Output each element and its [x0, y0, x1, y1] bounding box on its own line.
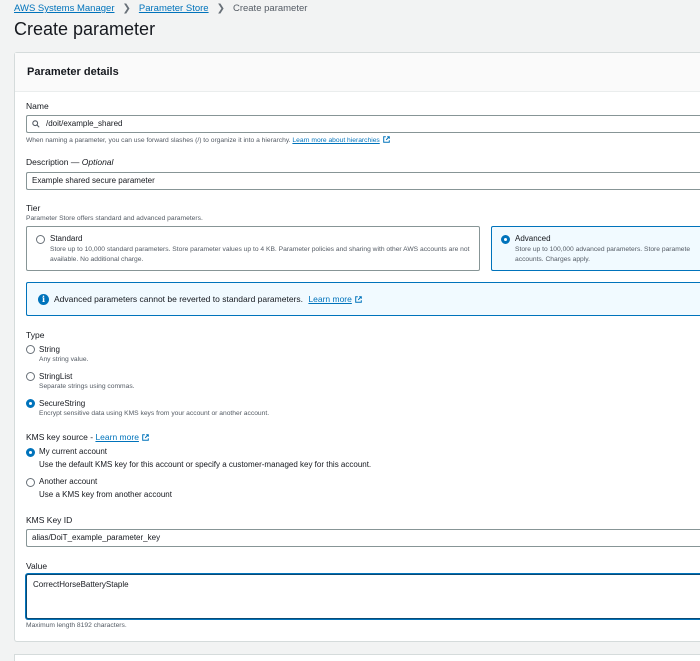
name-label: Name [26, 101, 49, 111]
type-string-radio[interactable] [26, 345, 35, 354]
info-alert: i Advanced parameters cannot be reverted… [26, 282, 700, 316]
value-textarea-content: CorrectHorseBatteryStaple [33, 580, 129, 589]
tier-advanced-title: Advanced [515, 234, 551, 243]
name-hint-text: When naming a parameter, you can use for… [26, 137, 291, 144]
external-link-icon [355, 296, 362, 303]
alert-message: Advanced parameters cannot be reverted t… [54, 294, 304, 304]
external-link-icon [142, 434, 149, 441]
type-string-desc: Any string value. [39, 356, 89, 363]
kms-source-label: KMS key source - Learn more [26, 432, 149, 442]
panel-title: Parameter details [27, 66, 119, 78]
tier-standard-tile[interactable]: Standard Store up to 10,000 standard par… [26, 226, 480, 271]
chevron-right-icon: ❯ [122, 3, 131, 14]
alert-learn-more-label: Learn more [308, 294, 352, 304]
kms-another-account-desc: Use a KMS key from another account [39, 490, 172, 499]
type-securestring-title: SecureString [39, 399, 86, 408]
optional-tag: Optional [81, 157, 114, 167]
type-string-title: String [39, 345, 60, 354]
type-securestring-desc: Encrypt sensitive data using KMS keys fr… [39, 410, 270, 417]
description-input-value: Example shared secure parameter [32, 176, 155, 185]
hierarchies-link-label: Learn more about hierarchies [292, 137, 380, 144]
tier-standard-radio[interactable] [36, 235, 45, 244]
chevron-right-icon: ❯ [216, 3, 225, 14]
search-icon [32, 120, 40, 128]
kms-key-id-value: alias/DoiT_example_parameter_key [32, 533, 161, 542]
kms-key-id-label: KMS Key ID [26, 515, 73, 525]
kms-learn-more-label: Learn more [95, 432, 139, 442]
description-input[interactable]: Example shared secure parameter [26, 172, 700, 190]
kms-current-account-title: My current account [39, 447, 108, 456]
tier-advanced-desc-line2: accounts. Charges apply. [515, 256, 590, 263]
type-securestring-radio[interactable] [26, 399, 35, 408]
tier-advanced-desc-line1: Store up to 100,000 advanced parameters.… [515, 246, 691, 253]
page-title: Create parameter [14, 19, 156, 39]
hierarchies-link[interactable]: Learn more about hierarchies [292, 136, 390, 144]
kms-key-id-input[interactable]: alias/DoiT_example_parameter_key [26, 529, 700, 547]
external-link-icon [382, 136, 390, 143]
kms-learn-more-link[interactable]: Learn more [95, 432, 149, 442]
type-stringlist-desc: Separate strings using commas. [39, 383, 135, 390]
alert-learn-more-link[interactable]: Learn more [308, 294, 362, 304]
type-stringlist-radio[interactable] [26, 372, 35, 381]
name-input[interactable]: /doit/example_shared [26, 115, 700, 133]
info-icon: i [38, 294, 49, 305]
name-hint: When naming a parameter, you can use for… [26, 136, 390, 144]
description-label-text: Description — [26, 157, 80, 167]
kms-current-account-radio[interactable] [26, 448, 35, 457]
tier-advanced-tile[interactable]: Advanced Store up to 100,000 advanced pa… [491, 226, 700, 271]
type-label: Type [26, 330, 45, 340]
kms-current-account-desc: Use the default KMS key for this account… [39, 460, 372, 469]
tier-hint: Parameter Store offers standard and adva… [26, 215, 203, 222]
kms-source-label-text: KMS key source - [26, 432, 94, 442]
tier-standard-title: Standard [50, 234, 83, 243]
tier-label: Tier [26, 203, 41, 213]
tier-advanced-radio[interactable] [501, 235, 510, 244]
breadcrumb-current: Create parameter [232, 3, 308, 14]
kms-another-account-title: Another account [39, 477, 98, 486]
panel-header: Parameter details [15, 53, 700, 92]
kms-another-account-radio[interactable] [26, 478, 35, 487]
next-panel-edge [14, 654, 700, 661]
description-label: Description — Optional [26, 157, 113, 167]
value-textarea[interactable]: CorrectHorseBatteryStaple [26, 574, 700, 619]
breadcrumb-systems-manager[interactable]: AWS Systems Manager [14, 3, 114, 14]
name-input-value: /doit/example_shared [46, 119, 123, 128]
value-hint: Maximum length 8192 characters. [26, 622, 127, 629]
value-label: Value [26, 561, 48, 571]
tier-standard-desc: Store up to 10,000 standard parameters. … [50, 246, 470, 263]
breadcrumb-parameter-store[interactable]: Parameter Store [139, 3, 209, 14]
alert-text: Advanced parameters cannot be reverted t… [54, 294, 362, 304]
type-stringlist-title: StringList [39, 372, 73, 381]
breadcrumb: AWS Systems Manager ❯ Parameter Store ❯ … [14, 3, 307, 14]
